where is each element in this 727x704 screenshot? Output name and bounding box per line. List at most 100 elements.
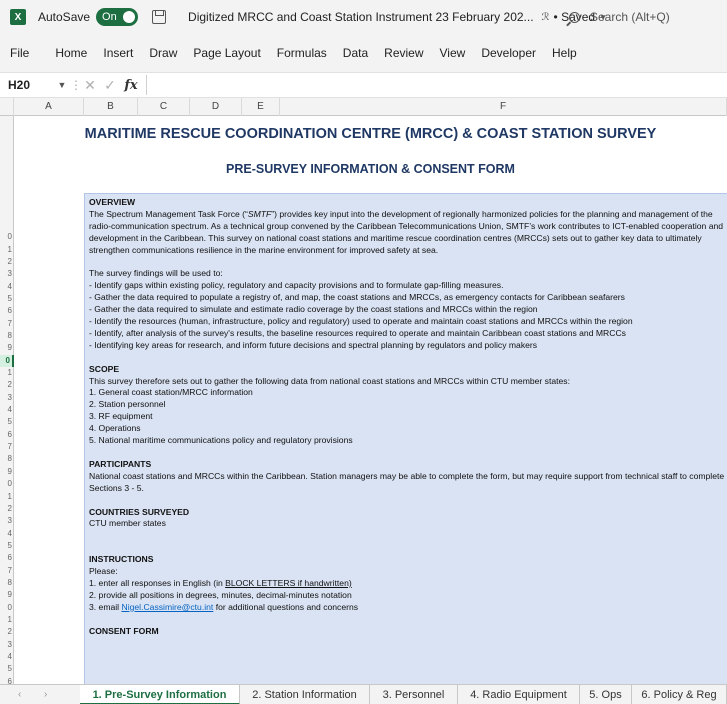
finding-item: - Gather the data required to populate a…: [89, 292, 625, 303]
row-header[interactable]: 7: [0, 441, 14, 453]
row-header[interactable]: 4: [0, 651, 14, 663]
search-box[interactable]: Search (Alt+Q): [565, 5, 727, 29]
column-header-b[interactable]: B: [84, 98, 138, 116]
row-header[interactable]: 4: [0, 281, 14, 293]
autosave-toggle[interactable]: On: [96, 8, 139, 26]
row-header[interactable]: 2: [0, 503, 14, 515]
row-header[interactable]: 0: [0, 354, 14, 367]
row-header[interactable]: 3: [0, 639, 14, 651]
insert-function-icon[interactable]: fx: [120, 78, 142, 93]
row-header[interactable]: 4: [0, 404, 14, 416]
row-header[interactable]: 5: [0, 416, 14, 428]
row-header[interactable]: [0, 120, 14, 132]
row-header[interactable]: 3: [0, 515, 14, 527]
formula-input[interactable]: [146, 75, 727, 95]
tab-station-information[interactable]: 2. Station Information: [240, 685, 370, 704]
menu-formulas[interactable]: Formulas: [277, 46, 327, 60]
menu-help[interactable]: Help: [552, 46, 577, 60]
row-header[interactable]: 5: [0, 540, 14, 552]
tab-next-icon[interactable]: ›: [44, 685, 47, 704]
row-header[interactable]: 4: [0, 528, 14, 540]
row-header[interactable]: 8: [0, 577, 14, 589]
instruction-3-rest: for additional questions and concerns: [213, 601, 359, 612]
row-header[interactable]: 2: [0, 256, 14, 268]
row-header[interactable]: 9: [0, 466, 14, 478]
column-header-d[interactable]: D: [190, 98, 242, 116]
instruction-item: 2. provide all positions in degrees, min…: [89, 589, 352, 600]
row-header[interactable]: 1: [0, 491, 14, 503]
menu-insert[interactable]: Insert: [103, 46, 133, 60]
confirm-icon[interactable]: ✓: [100, 77, 120, 94]
menu-view[interactable]: View: [440, 46, 466, 60]
tab-personnel[interactable]: 3. Personnel: [370, 685, 458, 704]
row-header[interactable]: 6: [0, 552, 14, 564]
save-icon[interactable]: [152, 10, 167, 24]
participants-text: National coast stations and MRCCs within…: [89, 470, 725, 493]
row-header[interactable]: [0, 145, 14, 157]
menu-developer[interactable]: Developer: [481, 46, 536, 60]
menu-file[interactable]: File: [10, 46, 29, 60]
row-header[interactable]: 1: [0, 367, 14, 379]
menu-home[interactable]: Home: [55, 46, 87, 60]
row-header[interactable]: [0, 206, 14, 218]
finding-item: - Identifying key areas for research, an…: [89, 339, 538, 350]
finding-item: - Gather the data required to simulate a…: [89, 304, 538, 315]
row-header[interactable]: 0: [0, 231, 14, 243]
row-header[interactable]: [0, 219, 14, 231]
row-header[interactable]: 2: [0, 626, 14, 638]
row-header[interactable]: 5: [0, 663, 14, 675]
tab-pre-survey-information[interactable]: 1. Pre-Survey Information: [80, 685, 240, 704]
row-header[interactable]: 1: [0, 244, 14, 256]
autosave-label: AutoSave: [38, 10, 91, 24]
scope-heading: SCOPE: [89, 363, 120, 374]
column-header-c[interactable]: C: [138, 98, 190, 116]
row-header[interactable]: [0, 169, 14, 181]
menu-review[interactable]: Review: [384, 46, 423, 60]
row-header[interactable]: 9: [0, 342, 14, 354]
row-header[interactable]: 3: [0, 392, 14, 404]
row-header[interactable]: [0, 157, 14, 169]
column-header-e[interactable]: E: [242, 98, 280, 116]
row-header[interactable]: 8: [0, 330, 14, 342]
worksheet[interactable]: MARITIME RESCUE COORDINATION CENTRE (MRC…: [14, 116, 727, 684]
chevron-down-icon[interactable]: ▼: [54, 80, 70, 90]
row-header[interactable]: 5: [0, 293, 14, 305]
menu-page-layout[interactable]: Page Layout: [193, 46, 260, 60]
row-header[interactable]: 8: [0, 453, 14, 465]
name-box[interactable]: H20: [0, 75, 54, 95]
column-header-a[interactable]: A: [14, 98, 84, 116]
menu-draw[interactable]: Draw: [149, 46, 177, 60]
row-header[interactable]: [0, 182, 14, 194]
row-header[interactable]: 6: [0, 429, 14, 441]
contact-email-link[interactable]: Nigel.Cassimire@ctu.int: [121, 602, 213, 612]
title-bar: X AutoSave On Digitized MRCC and Coast S…: [0, 0, 727, 34]
row-header[interactable]: [0, 132, 14, 144]
row-header[interactable]: 3: [0, 268, 14, 280]
scope-item: 5. National maritime communications poli…: [89, 435, 353, 446]
row-header[interactable]: 0: [0, 602, 14, 614]
row-header[interactable]: 7: [0, 318, 14, 330]
scope-item: 4. Operations: [89, 423, 141, 434]
form-subtitle: PRE-SURVEY INFORMATION & CONSENT FORM: [226, 162, 515, 176]
row-header[interactable]: 1: [0, 614, 14, 626]
formula-bar: H20 ▼ ⋮ ✕ ✓ fx: [0, 72, 727, 98]
row-header[interactable]: 2: [0, 379, 14, 391]
tab-policy-reg[interactable]: 6. Policy & Reg: [632, 685, 727, 704]
row-header[interactable]: 0: [0, 478, 14, 490]
pre-survey-info-cell[interactable]: OVERVIEW The Spectrum Management Task Fo…: [84, 193, 727, 684]
tab-prev-icon[interactable]: ‹: [18, 685, 21, 704]
consent-heading: CONSENT FORM: [89, 625, 159, 636]
select-all-corner[interactable]: [0, 98, 14, 116]
row-headers: 0123456789012345678901234567890123456: [0, 116, 14, 686]
cancel-icon[interactable]: ✕: [80, 77, 100, 94]
row-header[interactable]: 9: [0, 589, 14, 601]
row-header[interactable]: [0, 194, 14, 206]
column-header-f[interactable]: F: [280, 98, 727, 116]
tab-ops[interactable]: 5. Ops: [580, 685, 632, 704]
tab-radio-equipment[interactable]: 4. Radio Equipment: [458, 685, 580, 704]
row-header[interactable]: 6: [0, 305, 14, 317]
document-title[interactable]: Digitized MRCC and Coast Station Instrum…: [188, 10, 534, 24]
row-header[interactable]: 7: [0, 565, 14, 577]
menu-data[interactable]: Data: [343, 46, 368, 60]
overview-text: The Spectrum Management Task Force (“SMT…: [89, 209, 727, 257]
